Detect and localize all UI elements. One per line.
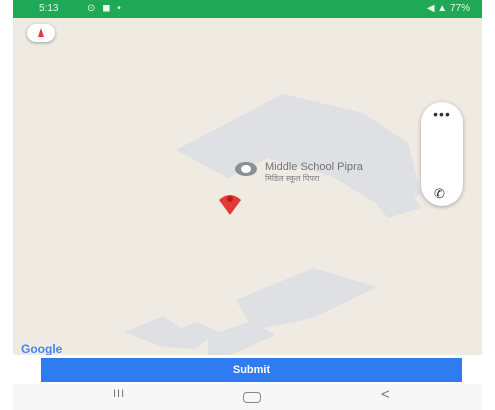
more-icon[interactable]: ••• — [421, 106, 463, 122]
status-right: ◀ ▲ 77% — [426, 3, 470, 14]
school-poi-icon[interactable] — [235, 162, 257, 176]
map-controls-panel: ••• ✆ — [421, 102, 463, 206]
back-icon[interactable]: < — [381, 386, 390, 403]
google-logo: Google — [21, 342, 63, 355]
building-shape — [236, 268, 377, 330]
phone-icon[interactable]: ✆ — [434, 186, 445, 202]
compass-needle-icon — [38, 28, 44, 37]
notification-icons: ⊙ ◼ • — [87, 3, 123, 14]
home-icon[interactable] — [243, 392, 261, 403]
recent-apps-icon[interactable]: III — [113, 388, 125, 400]
submit-button[interactable]: Submit — [41, 358, 462, 382]
navigation-bar: III < — [13, 384, 482, 410]
building-shape — [124, 316, 218, 349]
location-pin-icon[interactable] — [217, 190, 243, 216]
compass-button[interactable] — [27, 24, 55, 42]
map-buildings — [124, 94, 421, 355]
map-view[interactable]: Middle School Pipra मिडिल स्कूल पिपरा ••… — [13, 18, 482, 355]
status-time: 5:13 — [39, 3, 59, 14]
building-shape — [176, 94, 421, 208]
poi-sublabel: मिडिल स्कूल पिपरा — [265, 174, 320, 183]
poi-label[interactable]: Middle School Pipra — [265, 161, 363, 173]
status-bar: 5:13 ⊙ ◼ • ◀ ▲ 77% — [13, 0, 482, 18]
